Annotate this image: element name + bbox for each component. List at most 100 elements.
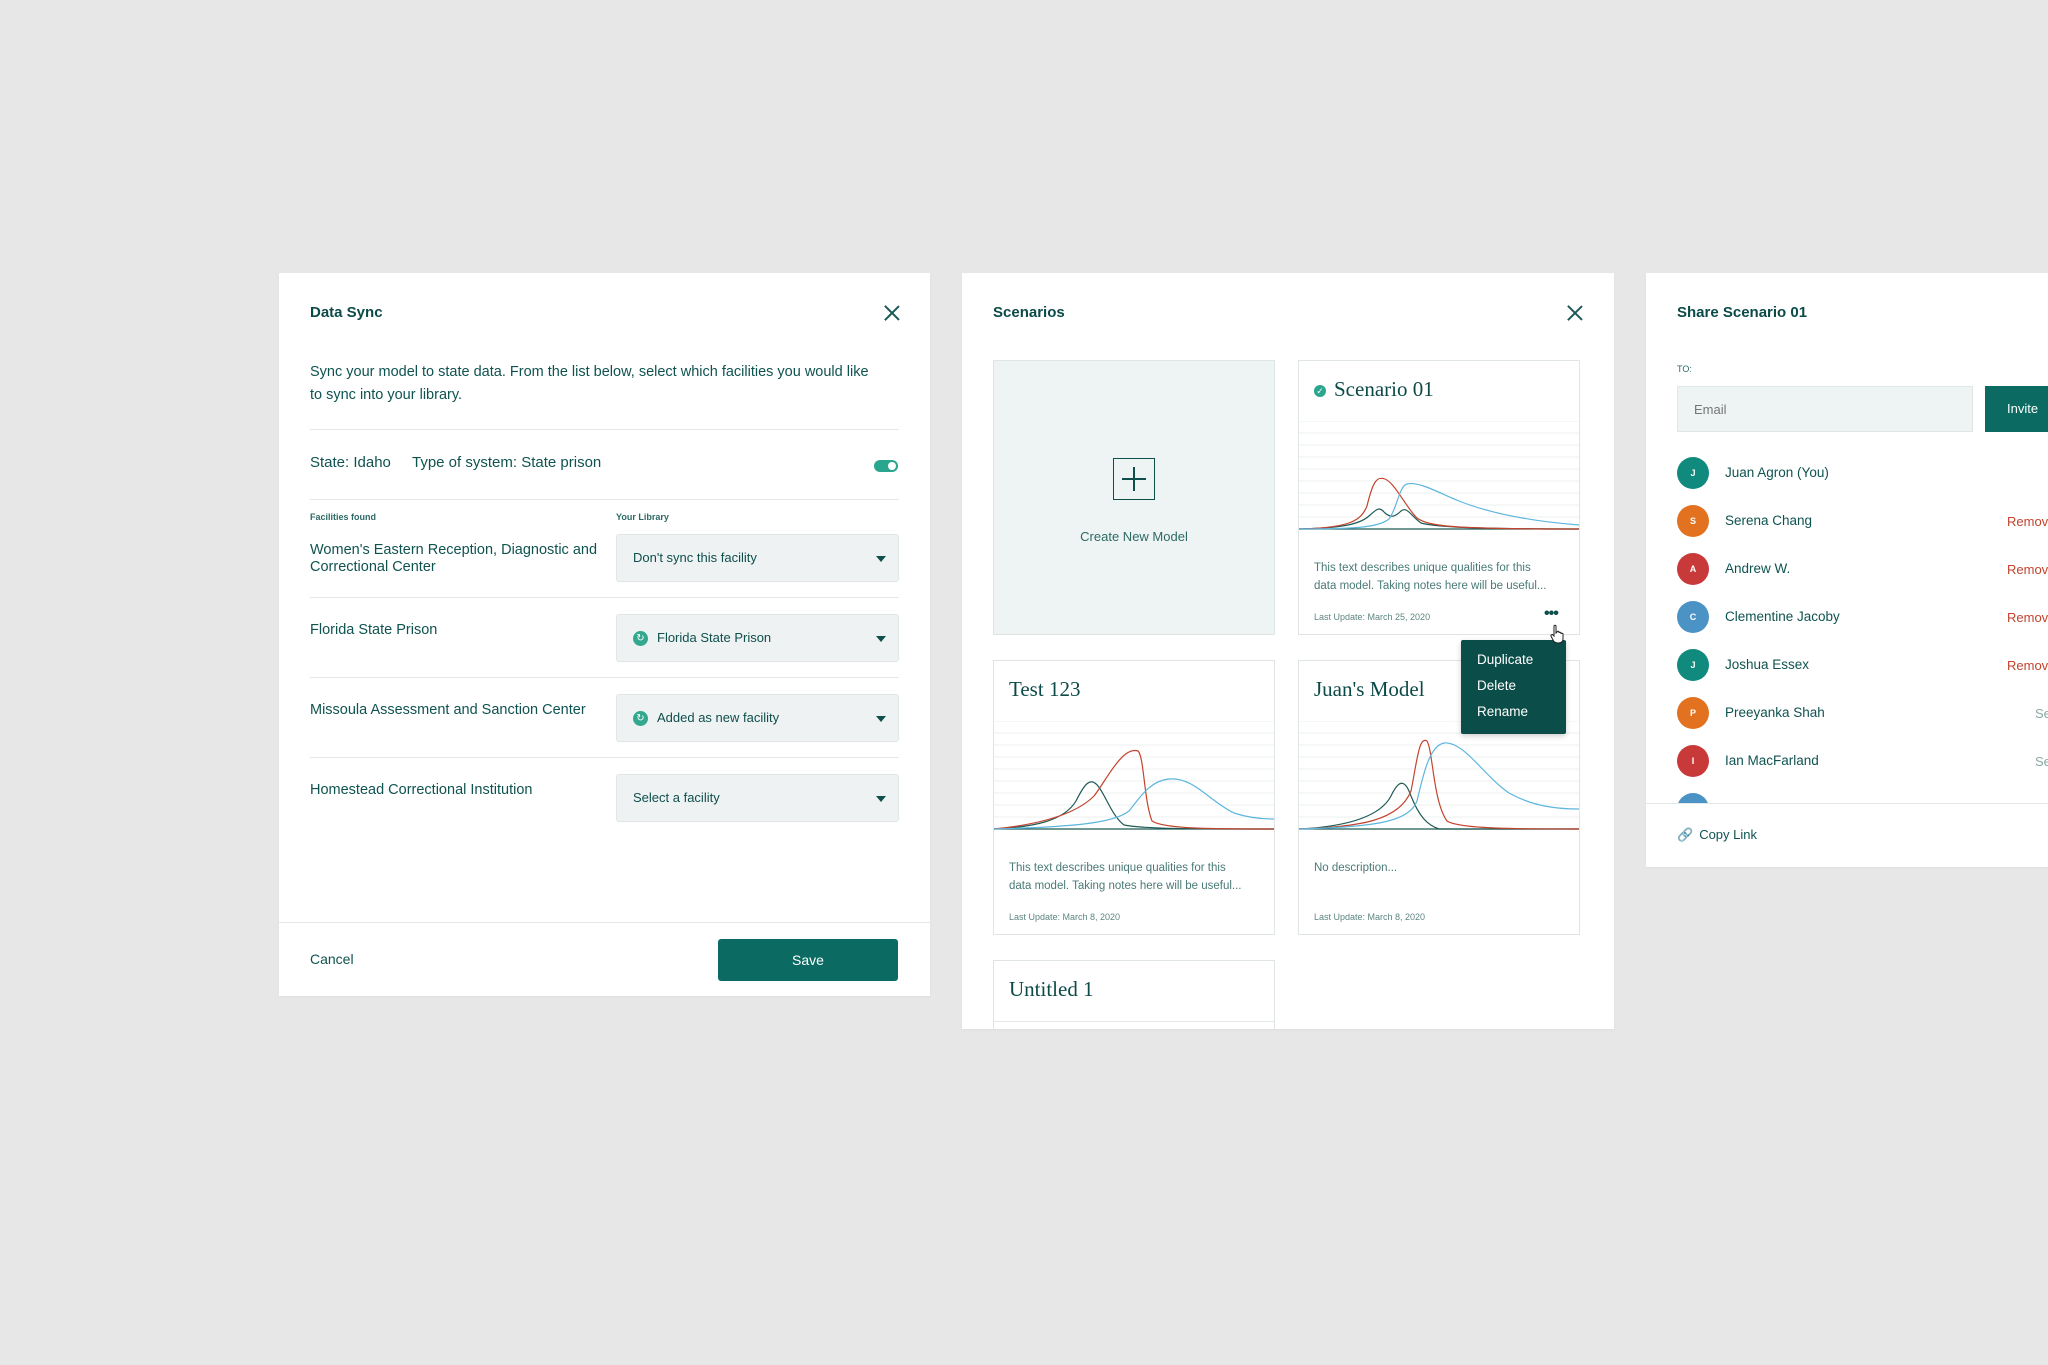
avatar: C: [1677, 601, 1709, 633]
facilities-found-header: Facilities found: [310, 512, 377, 522]
caret-down-icon: [876, 796, 886, 802]
facility-select[interactable]: ↻ Florida State Prison: [616, 614, 899, 662]
scenario-title: Untitled 1: [1009, 977, 1094, 1001]
description-line: data model. Taking notes here will be us…: [1314, 580, 1547, 592]
facility-select[interactable]: ↻ Added as new facility: [616, 694, 899, 742]
last-update: Last Update: March 25, 2020: [1314, 612, 1431, 622]
select-value: Added as new facility: [657, 710, 780, 725]
scenario-card[interactable]: Untitled 1: [993, 960, 1275, 1029]
scenario-title: Scenario 01: [1334, 377, 1434, 401]
cancel-button[interactable]: Cancel: [310, 951, 354, 967]
email-field[interactable]: [1677, 386, 1973, 432]
scenario-card[interactable]: ✓ Scenario 01 This text describes unique…: [1298, 360, 1580, 635]
share-panel: Share Scenario 01 TO: Invite J Juan Agro…: [1646, 273, 2048, 867]
facility-name: Florida State Prison: [310, 622, 438, 638]
divider: [310, 429, 899, 430]
menu-duplicate[interactable]: Duplicate: [1477, 652, 1533, 667]
data-sync-description: Sync your model to state data. From the …: [310, 364, 869, 403]
facility-name: Missoula Assessment and Sanction Center: [310, 702, 586, 718]
description-line: This text describes unique qualities for…: [1314, 562, 1531, 574]
divider: [310, 499, 899, 500]
caret-down-icon: [876, 556, 886, 562]
create-new-model-label: Create New Model: [1080, 529, 1188, 544]
close-icon[interactable]: [1566, 304, 1584, 322]
remove-button[interactable]: Remove: [2007, 514, 2048, 529]
select-value: Select a facility: [633, 790, 720, 805]
remove-button[interactable]: Remove: [2007, 610, 2048, 625]
sync-toggle[interactable]: [874, 460, 898, 472]
copy-link-label: Copy Link: [1699, 827, 1757, 842]
scenario-title: Juan's Model: [1314, 677, 1425, 701]
last-update: Last Update: March 8, 2020: [1314, 912, 1426, 922]
divider: [310, 597, 899, 598]
hand-cursor-icon: [1550, 624, 1564, 644]
more-options-icon[interactable]: •••: [1544, 606, 1559, 622]
remove-button[interactable]: Remove: [2007, 562, 2048, 577]
avatar: A: [1677, 553, 1709, 585]
check-icon: ✓: [1314, 385, 1326, 397]
state-label: State: Idaho: [310, 454, 391, 471]
scenario-chart: [994, 721, 1274, 830]
facility-name: Homestead Correctional Institution: [310, 782, 533, 798]
person-row: J Juan Agron (You): [1677, 457, 2048, 489]
plus-icon: [1113, 458, 1155, 500]
permission-select[interactable]: Se: [2035, 706, 2048, 721]
scenario-chart: [1299, 421, 1579, 530]
person-name: Serena Chang: [1725, 513, 1813, 528]
select-value: Florida State Prison: [657, 630, 772, 645]
description-line: This text describes unique qualities for…: [1009, 862, 1226, 874]
divider: [310, 677, 899, 678]
sync-icon: ↻: [633, 711, 648, 726]
scenario-title: Test 123: [1009, 677, 1081, 701]
facility-select[interactable]: Select a facility: [616, 774, 899, 822]
scenario-card[interactable]: Test 123 This text describes unique qual…: [993, 660, 1275, 935]
footer-divider: [279, 922, 930, 923]
facility-select[interactable]: Don't sync this facility: [616, 534, 899, 582]
avatar: J: [1677, 457, 1709, 489]
permission-select[interactable]: Se: [2035, 754, 2048, 769]
divider: [310, 757, 899, 758]
description-line: No description...: [1314, 862, 1398, 874]
menu-delete[interactable]: Delete: [1477, 678, 1516, 693]
avatar: J: [1677, 649, 1709, 681]
scenario-description: This text describes unique qualities for…: [1314, 559, 1564, 595]
link-icon: 🔗: [1677, 827, 1694, 842]
caret-down-icon: [876, 716, 886, 722]
remove-button[interactable]: Remove: [2007, 658, 2048, 673]
person-row: C Clementine Jacoby Remove: [1677, 601, 2048, 633]
scenario-chart: [1299, 721, 1579, 830]
last-update: Last Update: March 8, 2020: [1009, 912, 1121, 922]
scenario-description: This text describes unique qualities for…: [1009, 859, 1259, 895]
menu-rename[interactable]: Rename: [1477, 704, 1528, 719]
copy-link-button[interactable]: 🔗 Copy Link: [1677, 827, 1757, 843]
avatar: S: [1677, 505, 1709, 537]
person-row: A Andrew W. Remove: [1677, 553, 2048, 585]
select-value: Don't sync this facility: [633, 550, 757, 565]
person-name: Clementine Jacoby: [1725, 609, 1840, 624]
person-row: I Ian MacFarland Se: [1677, 745, 2048, 777]
description-line: data model. Taking notes here will be us…: [1009, 880, 1242, 892]
create-new-model-card[interactable]: Create New Model: [993, 360, 1275, 635]
sync-icon: ↻: [633, 631, 648, 646]
person-name: Andrew W.: [1725, 561, 1791, 576]
data-sync-panel: Data Sync Sync your model to state data.…: [279, 273, 930, 996]
person-row: J Joshua Essex Remove: [1677, 649, 2048, 681]
person-row: S Serena Chang Remove: [1677, 505, 2048, 537]
close-icon[interactable]: [883, 304, 901, 322]
system-type-label: Type of system: State prison: [412, 454, 602, 471]
person-name: Preeyanka Shah: [1725, 705, 1825, 720]
person-name: Ian MacFarland: [1725, 753, 1819, 768]
avatar: I: [1677, 745, 1709, 777]
invite-button[interactable]: Invite: [1985, 386, 2048, 432]
facility-name: Women's Eastern Reception, Diagnostic an…: [310, 542, 598, 575]
data-sync-title: Data Sync: [310, 304, 383, 321]
share-title: Share Scenario 01: [1677, 304, 1808, 321]
to-label: TO:: [1677, 364, 1692, 374]
person-name: Juan Agron (You): [1725, 465, 1829, 480]
person-row: P Preeyanka Shah Se: [1677, 697, 2048, 729]
avatar: P: [1677, 697, 1709, 729]
context-menu: Duplicate Delete Rename: [1461, 640, 1566, 734]
person-name: Joshua Essex: [1725, 657, 1810, 672]
scenarios-title: Scenarios: [993, 304, 1065, 321]
save-button[interactable]: Save: [718, 939, 898, 981]
